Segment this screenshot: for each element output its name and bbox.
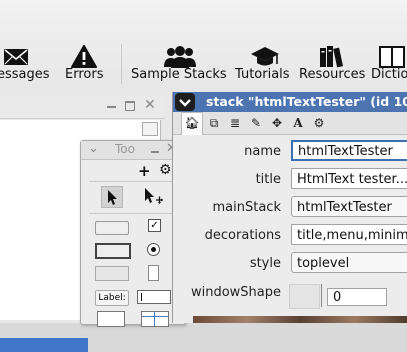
arrow-pointer-icon <box>108 190 117 205</box>
maximize-icon[interactable] <box>125 101 135 111</box>
pointer-move-icon <box>145 188 163 204</box>
collapse-chevron-icon[interactable]: ⌄ <box>88 141 99 156</box>
label-field-text: Label: <box>98 293 126 303</box>
tools-title: Too <box>115 142 135 156</box>
messages-button[interactable]: essages <box>0 40 50 90</box>
menu-tool[interactable] <box>148 265 159 281</box>
users-icon <box>162 45 198 69</box>
windowshape-id-field[interactable]: 0 <box>327 288 387 306</box>
envelope-icon <box>2 45 32 69</box>
inspector-menu-button[interactable] <box>175 93 195 111</box>
inspector-titlebar[interactable]: stack "htmlTextTester" (id 101 <box>173 92 407 112</box>
tools-titlebar[interactable]: ⌄ Too ✕ <box>81 141 185 160</box>
inspector-tabs: 🏠︎ ⧉ ≣ ✎ ✥ A ⚙ <box>173 112 407 135</box>
inspector-title: stack "htmlTextTester" (id 101 <box>206 94 407 109</box>
database-icon: ≣ <box>229 116 241 130</box>
warning-icon <box>71 45 97 69</box>
title-field[interactable]: HtmlText tester... <box>291 168 407 189</box>
divider <box>89 181 177 182</box>
text-field-tool[interactable] <box>137 290 171 304</box>
chevron-down-icon <box>179 99 191 107</box>
decorations-label: decorations <box>204 228 281 243</box>
toolbar-separator <box>121 44 122 84</box>
main-toolbar: essages Errors Sample Stacks Tutorials R… <box>0 0 407 93</box>
close-icon[interactable]: ✕ <box>144 97 156 113</box>
rectangle-button-tool[interactable] <box>95 266 129 281</box>
gear-icon[interactable]: ⚙ <box>159 162 172 178</box>
add-icon[interactable]: + <box>138 162 151 180</box>
tutorials-label: Tutorials <box>235 67 290 82</box>
messages-label: essages <box>0 67 50 82</box>
property-inspector: stack "htmlTextTester" (id 101 🏠︎ ⧉ ≣ ✎ … <box>172 92 407 323</box>
tab-text-formatting[interactable]: A <box>288 113 308 133</box>
pencil-icon: ✎ <box>250 116 262 130</box>
style-select[interactable]: toplevel <box>291 252 407 273</box>
windowshape-image-well[interactable] <box>289 284 320 309</box>
tab-advanced[interactable]: ⚙ <box>309 113 329 133</box>
scrolling-field-tool[interactable] <box>97 311 125 327</box>
mainstack-label: mainStack <box>212 200 281 215</box>
sample-stacks-button[interactable]: Sample Stacks <box>130 40 230 90</box>
mainstack-select[interactable]: htmlTextTester <box>291 196 407 217</box>
radio-button-tool[interactable] <box>147 243 160 256</box>
errors-button[interactable]: Errors <box>62 40 108 90</box>
button-tool[interactable] <box>95 221 129 235</box>
divider <box>89 213 177 214</box>
decorations-field[interactable]: title,menu,minimi <box>291 224 407 245</box>
graduation-cap-icon <box>250 45 280 69</box>
default-button-tool[interactable] <box>95 243 131 259</box>
windowshape-label: windowShape <box>190 285 281 300</box>
font-icon: A <box>293 116 303 130</box>
move-icon: ✥ <box>271 116 283 130</box>
gears-icon: ⚙ <box>313 116 325 130</box>
browse-tool[interactable] <box>101 186 123 208</box>
tab-icons[interactable]: ⧉ <box>204 113 224 133</box>
dictionary-label: Dictio <box>371 67 407 82</box>
resources-label: Resources <box>299 67 366 82</box>
title-label: title <box>255 172 281 187</box>
resources-button[interactable]: Resources <box>298 40 368 90</box>
dictionary-icon <box>377 45 407 69</box>
errors-label: Errors <box>65 67 104 82</box>
table-field-tool[interactable] <box>141 311 169 327</box>
pointer-tool[interactable] <box>141 186 165 208</box>
background-window-titlebar[interactable]: ✕ <box>0 96 165 119</box>
inspector-bottom-strip <box>193 316 407 323</box>
books-icon <box>318 45 346 69</box>
tab-basic-properties[interactable]: 🏠︎ <box>181 112 203 135</box>
dictionary-button[interactable]: Dictio <box>371 40 407 90</box>
style-label: style <box>249 256 281 271</box>
name-field[interactable]: htmlTextTester <box>291 140 407 161</box>
selected-row-highlight <box>0 338 88 352</box>
tab-stack-files[interactable]: ≣ <box>225 113 245 133</box>
label-field-tool[interactable]: Label: <box>95 290 129 306</box>
copy-icon: ⧉ <box>209 116 219 130</box>
tab-colors[interactable]: ✎ <box>246 113 266 133</box>
home-icon: 🏠︎ <box>184 116 200 130</box>
tab-position[interactable]: ✥ <box>267 113 287 133</box>
name-label: name <box>244 144 281 159</box>
scrollbar-top[interactable] <box>142 122 158 136</box>
sample-stacks-label: Sample Stacks <box>131 67 227 82</box>
windowshape-divider <box>321 284 322 307</box>
tools-palette: ⌄ Too ✕ + ⚙ ✓ Label: <box>80 140 186 327</box>
checkbox-tool[interactable]: ✓ <box>148 219 161 232</box>
tutorials-button[interactable]: Tutorials <box>234 40 294 90</box>
minimize-icon[interactable] <box>107 106 116 108</box>
minimize-icon[interactable] <box>151 151 159 153</box>
